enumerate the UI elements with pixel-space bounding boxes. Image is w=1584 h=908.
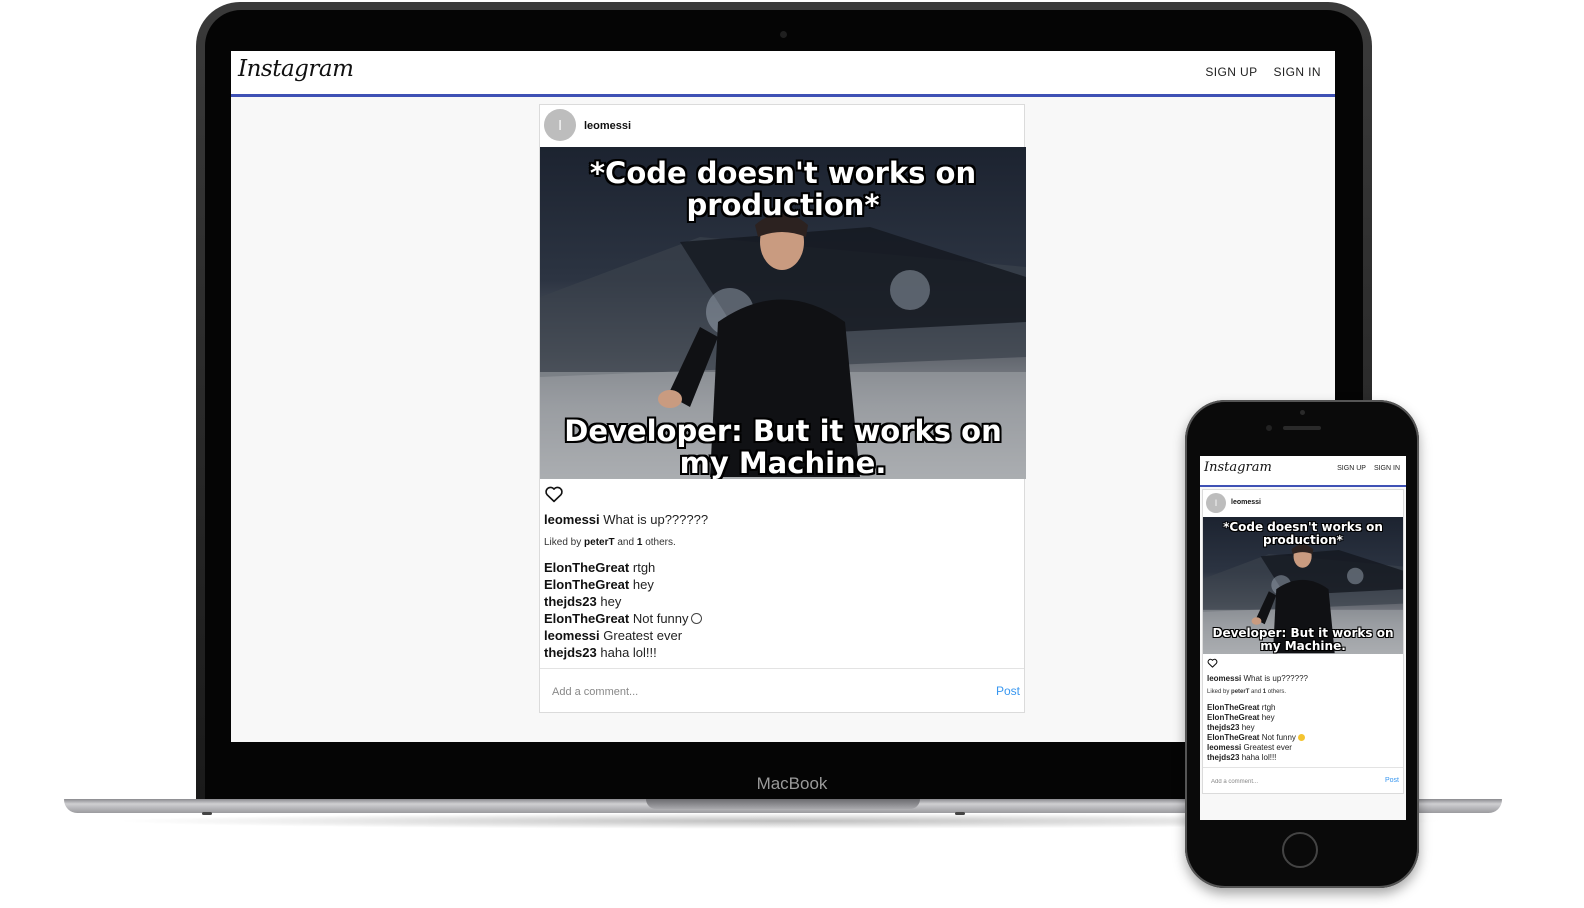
- mobile-comment-item: ElonTheGreat hey: [1207, 713, 1305, 723]
- comment-item: thejds23 haha lol!!!: [544, 644, 702, 661]
- phone-sensor-icon: [1300, 410, 1305, 415]
- comments-list: ElonTheGreat rtgh ElonTheGreat hey thejd…: [544, 559, 702, 661]
- post-image: *Code doesn't works on production* Devel…: [540, 147, 1026, 479]
- mobile-comment-item: ElonTheGreat rtgh: [1207, 703, 1305, 713]
- mobile-comment-text: Not funny: [1261, 733, 1296, 742]
- mobile-comment-item: thejds23 hey: [1207, 723, 1305, 733]
- mobile-comment-user[interactable]: thejds23: [1207, 753, 1239, 762]
- mobile-comment-user[interactable]: ElonTheGreat: [1207, 703, 1259, 712]
- mobile-post-image: *Code doesn't works on production* Devel…: [1203, 517, 1403, 654]
- comment-user[interactable]: ElonTheGreat: [544, 577, 629, 592]
- phone-camera-icon: [1266, 425, 1272, 431]
- laptop-camera-icon: [780, 31, 787, 38]
- comment-item: thejds23 hey: [544, 593, 702, 610]
- mobile-unamused-face-icon: [1297, 734, 1305, 741]
- comment-text: haha lol!!!: [600, 645, 657, 660]
- post-comment-button[interactable]: Post: [996, 684, 1020, 698]
- mobile-post-username[interactable]: leomessi: [1231, 499, 1261, 506]
- comment-user[interactable]: ElonTheGreat: [544, 611, 629, 626]
- instagram-logo[interactable]: Instagram: [238, 56, 354, 82]
- comment-user[interactable]: thejds23: [544, 645, 597, 660]
- comment-input[interactable]: [550, 680, 954, 704]
- mobile-sign-in-button[interactable]: SIGN IN: [1374, 465, 1400, 472]
- post-header: l leomessi: [540, 105, 1024, 146]
- mobile-comment-text: hey: [1261, 713, 1275, 722]
- mobile-comment-item: thejds23 haha lol!!!: [1207, 753, 1305, 763]
- mobile-comment-form: Post: [1203, 767, 1403, 795]
- comment-item: ElonTheGreat hey: [544, 576, 702, 593]
- mobile-liked-by-prefix: Liked by: [1207, 689, 1230, 695]
- mobile-liked-by-count: 1: [1262, 689, 1267, 695]
- mobile-caption-username[interactable]: leomessi: [1207, 674, 1241, 683]
- app-header: Instagram SIGN UP SIGN IN: [231, 51, 1335, 97]
- mobile-comment-text: rtgh: [1261, 703, 1276, 712]
- sign-up-button[interactable]: SIGN UP: [1205, 65, 1257, 79]
- comment-text: rtgh: [632, 560, 656, 575]
- laptop-hinge-notch: [646, 799, 920, 809]
- comment-user[interactable]: leomessi: [544, 628, 600, 643]
- mobile-comment-text: hey: [1241, 723, 1255, 732]
- laptop-screen: Instagram SIGN UP SIGN IN l leomessi *Co…: [231, 51, 1335, 742]
- post-card: l leomessi *Code doesn't works on produc…: [539, 104, 1026, 714]
- mobile-post-comment-button[interactable]: Post: [1385, 777, 1399, 784]
- mobile-heart-outline-icon[interactable]: [1207, 658, 1218, 668]
- comment-form: Post: [540, 668, 1024, 714]
- meme-top-text: *Code doesn't works on production*: [589, 156, 977, 222]
- heart-outline-icon[interactable]: [544, 485, 564, 503]
- mobile-meme-bottom-text: Developer: But it works on my Machine.: [1212, 626, 1394, 653]
- mobile-sign-up-button[interactable]: SIGN UP: [1337, 465, 1366, 472]
- comment-item: ElonTheGreat Not funny: [544, 610, 702, 627]
- comment-user[interactable]: ElonTheGreat: [544, 560, 629, 575]
- header-nav: SIGN UP SIGN IN: [1205, 65, 1321, 79]
- mobile-comment-input[interactable]: [1209, 775, 1363, 789]
- post-username[interactable]: leomessi: [584, 120, 631, 132]
- avatar[interactable]: l: [544, 109, 576, 141]
- mobile-liked-by-and: and: [1251, 689, 1262, 695]
- mobile-header-nav: SIGN UP SIGN IN: [1337, 465, 1400, 472]
- mobile-comment-user[interactable]: ElonTheGreat: [1207, 733, 1259, 742]
- mobile-comment-user[interactable]: ElonTheGreat: [1207, 713, 1259, 722]
- phone-screen: Instagram SIGN UP SIGN IN l leomessi *Co…: [1200, 456, 1406, 820]
- comment-item: leomessi Greatest ever: [544, 627, 702, 644]
- comment-user[interactable]: thejds23: [544, 594, 597, 609]
- liked-by-count: 1: [636, 537, 643, 548]
- mobile-comments-list: ElonTheGreat rtgh ElonTheGreat hey thejd…: [1207, 703, 1305, 763]
- liked-by-and: and: [617, 537, 635, 548]
- mobile-liked-by-line: Liked by peterT and 1 others.: [1207, 689, 1286, 695]
- mobile-liked-by-user[interactable]: peterT: [1231, 689, 1249, 695]
- phone-home-button[interactable]: [1282, 832, 1318, 868]
- mobile-meme-top-text: *Code doesn't works on production*: [1223, 520, 1383, 547]
- laptop-foot: [202, 812, 212, 815]
- liked-by-line: Liked by peterT and 1 others.: [544, 537, 676, 548]
- mobile-comment-text: haha lol!!!: [1241, 753, 1277, 762]
- mobile-comment-item: ElonTheGreat Not funny: [1207, 733, 1305, 743]
- mobile-caption-text: What is up??????: [1243, 674, 1308, 683]
- mobile-instagram-logo[interactable]: Instagram: [1204, 460, 1272, 475]
- mobile-comment-user[interactable]: leomessi: [1207, 743, 1241, 752]
- mobile-comment-text: Greatest ever: [1243, 743, 1292, 752]
- mobile-liked-by-suffix: others.: [1267, 689, 1287, 695]
- liked-by-user[interactable]: peterT: [584, 537, 615, 548]
- liked-by-suffix: others.: [645, 537, 676, 548]
- phone-speaker: [1283, 426, 1321, 430]
- comment-text: hey: [600, 594, 622, 609]
- caption-text: What is up??????: [603, 512, 709, 527]
- mobile-post-caption: leomessi What is up??????: [1207, 674, 1308, 683]
- mobile-comment-item: leomessi Greatest ever: [1207, 743, 1305, 753]
- mobile-comment-user[interactable]: thejds23: [1207, 723, 1239, 732]
- post-caption: leomessi What is up??????: [544, 512, 708, 527]
- liked-by-prefix: Liked by: [544, 537, 582, 548]
- comment-text: Greatest ever: [603, 628, 683, 643]
- unamused-face-icon: [690, 613, 702, 624]
- mobile-post-card: l leomessi *Code doesn't works on produc…: [1202, 489, 1404, 794]
- comment-text: hey: [632, 577, 654, 592]
- mobile-app-header: Instagram SIGN UP SIGN IN: [1200, 456, 1406, 487]
- comment-text: Not funny: [632, 611, 689, 626]
- caption-username[interactable]: leomessi: [544, 512, 600, 527]
- mobile-avatar[interactable]: l: [1206, 493, 1226, 513]
- sign-in-button[interactable]: SIGN IN: [1274, 65, 1321, 79]
- comment-item: ElonTheGreat rtgh: [544, 559, 702, 576]
- meme-bottom-text: Developer: But it works on my Machine.: [564, 414, 1002, 479]
